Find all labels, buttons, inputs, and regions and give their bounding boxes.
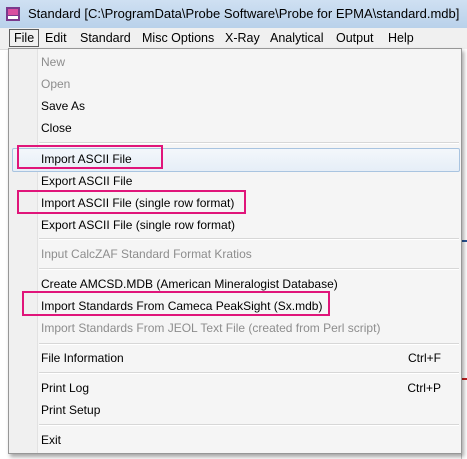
- menu-item-save-as[interactable]: Save As: [41, 95, 85, 117]
- file-menu-dropdown: New Open Save As Close Import ASCII File…: [8, 48, 462, 454]
- menu-item-import-jeol[interactable]: Import Standards From JEOL Text File (cr…: [41, 317, 380, 339]
- menu-separator: [39, 142, 459, 144]
- menu-item-print-log[interactable]: Print Log: [41, 377, 89, 399]
- background-mark: [462, 378, 467, 380]
- menu-item-exit[interactable]: Exit: [41, 429, 61, 451]
- menu-item-export-ascii-single-row[interactable]: Export ASCII File (single row format): [41, 214, 235, 236]
- annotation-box-import-ascii-single-row: [17, 190, 246, 214]
- menu-edit[interactable]: Edit: [41, 30, 71, 46]
- menu-misc-options[interactable]: Misc Options: [138, 30, 218, 46]
- menu-x-ray[interactable]: X-Ray: [221, 30, 264, 46]
- menu-separator: [39, 372, 459, 374]
- menu-item-input-calczaf[interactable]: Input CalcZAF Standard Format Kratios: [41, 243, 252, 265]
- menu-help[interactable]: Help: [384, 30, 418, 46]
- app-icon: [6, 7, 20, 21]
- menu-icon-gutter: [9, 49, 38, 453]
- menu-analytical[interactable]: Analytical: [266, 30, 328, 46]
- file-information-shortcut: Ctrl+F: [408, 351, 441, 365]
- menu-file[interactable]: File: [9, 29, 40, 47]
- menu-separator: [39, 268, 459, 270]
- menu-separator: [39, 424, 459, 426]
- menu-item-export-ascii[interactable]: Export ASCII File: [41, 170, 132, 192]
- menu-bar: File Edit Standard Misc Options X-Ray An…: [0, 28, 467, 50]
- menu-item-file-information[interactable]: File Information: [41, 347, 124, 369]
- menu-item-close[interactable]: Close: [41, 117, 72, 139]
- menu-standard[interactable]: Standard: [76, 30, 135, 46]
- menu-item-open[interactable]: Open: [41, 73, 70, 95]
- window-title: Standard [C:\ProgramData\Probe Software\…: [28, 6, 460, 21]
- print-log-shortcut: Ctrl+P: [407, 381, 441, 395]
- menu-item-new[interactable]: New: [41, 51, 65, 73]
- background-mark: [462, 240, 467, 242]
- annotation-box-import-cameca: [22, 291, 330, 316]
- menu-separator: [39, 343, 459, 345]
- menu-output[interactable]: Output: [332, 30, 378, 46]
- menu-item-print-setup[interactable]: Print Setup: [41, 399, 100, 421]
- menu-separator: [39, 238, 459, 240]
- title-bar: Standard [C:\ProgramData\Probe Software\…: [0, 0, 467, 28]
- annotation-box-import-ascii: [17, 145, 163, 169]
